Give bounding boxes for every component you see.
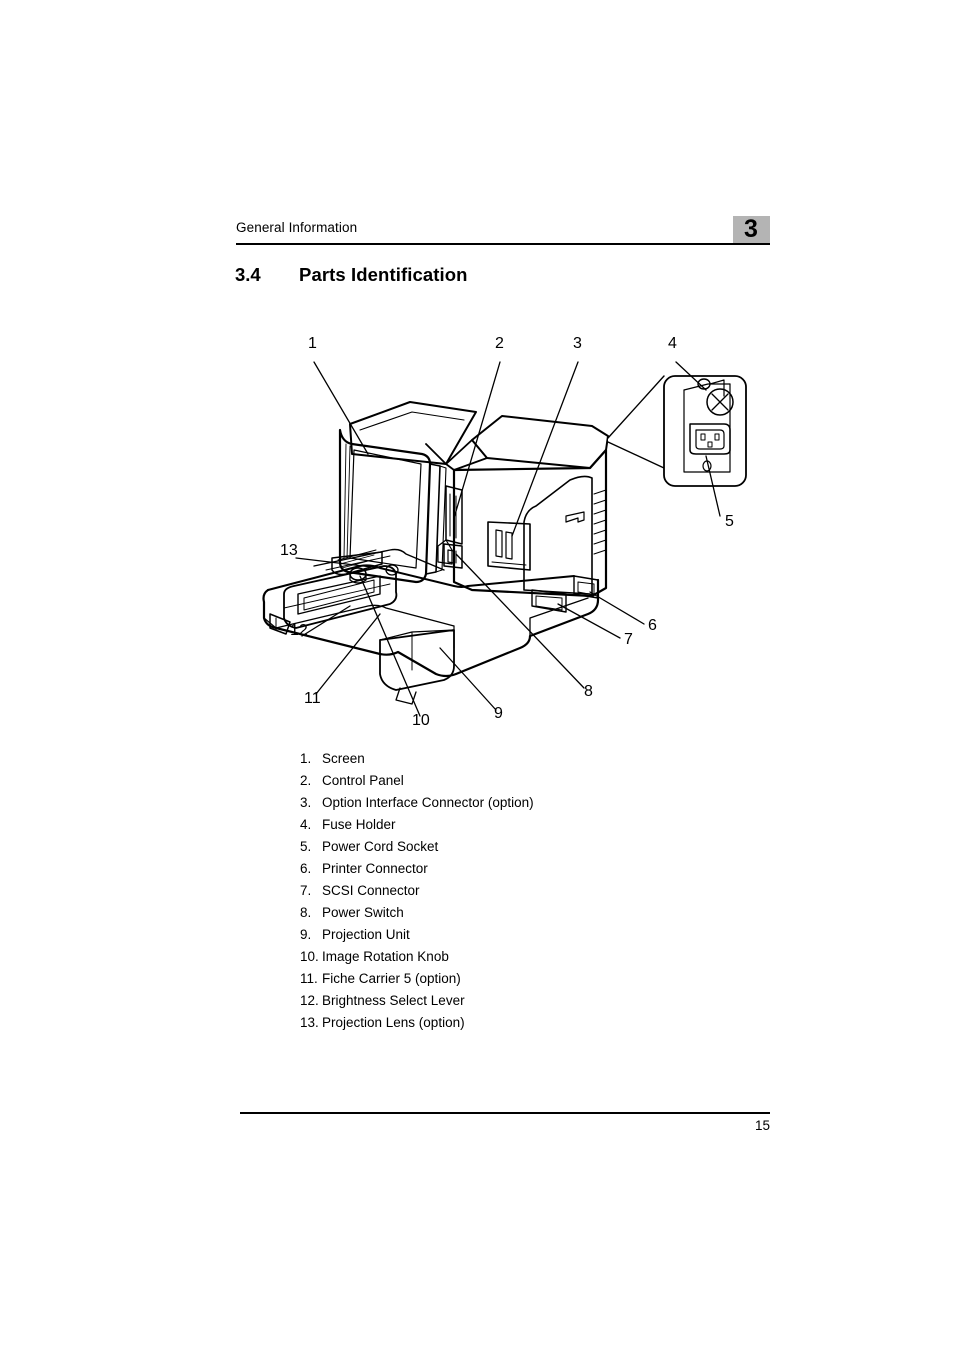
callout-13: 13 [280,542,298,559]
list-item-number: 4. [300,817,312,832]
callout-12: 12 [290,622,308,639]
list-item-number: 13. [300,1015,319,1030]
list-item-label: Fuse Holder [322,817,396,832]
list-item-label: Screen [322,751,365,766]
list-item: 12. Brightness Select Lever [300,990,720,1012]
callout-7: 7 [624,631,633,648]
page-number: 15 [754,1118,770,1133]
inset-detail-box [607,375,747,487]
header-divider [236,243,770,246]
callout-9: 9 [494,705,503,722]
list-item-number: 8. [300,905,312,920]
list-item-label: Projection Unit [322,927,410,942]
list-item: 5. Power Cord Socket [300,836,720,858]
list-item-number: 3. [300,795,312,810]
list-item: 3. Option Interface Connector (option) [300,792,720,814]
callout-4: 4 [668,335,677,352]
section-number: 3.4 [235,264,261,285]
list-item-label: Power Switch [322,905,404,920]
list-item-number: 2. [300,773,312,788]
list-item: 9. Projection Unit [300,924,720,946]
footer-divider [240,1112,770,1115]
fiche-carrier [283,548,445,629]
machine-body-side [452,448,608,598]
list-item: 10. Image Rotation Knob [300,946,720,968]
list-item-label: SCSI Connector [322,883,420,898]
list-item: 2. Control Panel [300,770,720,792]
page-title: Parts Identification [299,264,468,285]
list-item-number: 11. [300,971,318,986]
list-item-number: 7. [300,883,312,898]
list-item-label: Projection Lens (option) [322,1015,465,1030]
callout-11: 11 [304,690,321,707]
list-item: 13. Projection Lens (option) [300,1012,720,1034]
list-item-number: 6. [300,861,312,876]
page-header: General Information 3 [236,214,770,248]
list-item: 1. Screen [300,748,720,770]
list-item: 6. Printer Connector [300,858,720,880]
machine-body-top [425,415,609,471]
control-panel [437,485,463,565]
screen-panel [338,428,432,584]
list-item-number: 12. [300,993,319,1008]
header-title: General Information [236,220,358,235]
list-item-label: Power Cord Socket [322,839,439,854]
list-item-label: Image Rotation Knob [322,949,449,964]
list-item: 4. Fuse Holder [300,814,720,836]
list-item-label: Brightness Select Lever [322,993,465,1008]
list-item: 7. SCSI Connector [300,880,720,902]
list-item: 8. Power Switch [300,902,720,924]
parts-diagram: 1 2 3 4 5 6 7 8 9 10 11 12 13 [240,318,780,738]
list-item-number: 5. [300,839,312,854]
chapter-number: 3 [744,215,758,243]
callout-1: 1 [308,335,317,352]
list-item-number: 10. [300,949,319,964]
list-item-number: 1. [300,751,312,766]
list-item-number: 9. [300,927,312,942]
list-item-label: Control Panel [322,773,404,788]
list-item-label: Option Interface Connector (option) [322,795,534,810]
list-item-label: Fiche Carrier 5 (option) [322,971,461,986]
callout-8: 8 [584,683,593,700]
list-item: 11. Fiche Carrier 5 (option) [300,968,720,990]
document-page: General Information 3 3.4 Parts Identifi… [0,0,954,1351]
callout-3: 3 [573,335,582,352]
callout-2: 2 [495,335,504,352]
callout-10: 10 [412,712,430,729]
parts-list: 1. Screen 2. Control Panel 3. Option Int… [300,748,720,1034]
callout-6: 6 [648,617,657,634]
list-item-label: Printer Connector [322,861,428,876]
projection-unit [379,629,455,705]
callout-5: 5 [725,513,734,530]
